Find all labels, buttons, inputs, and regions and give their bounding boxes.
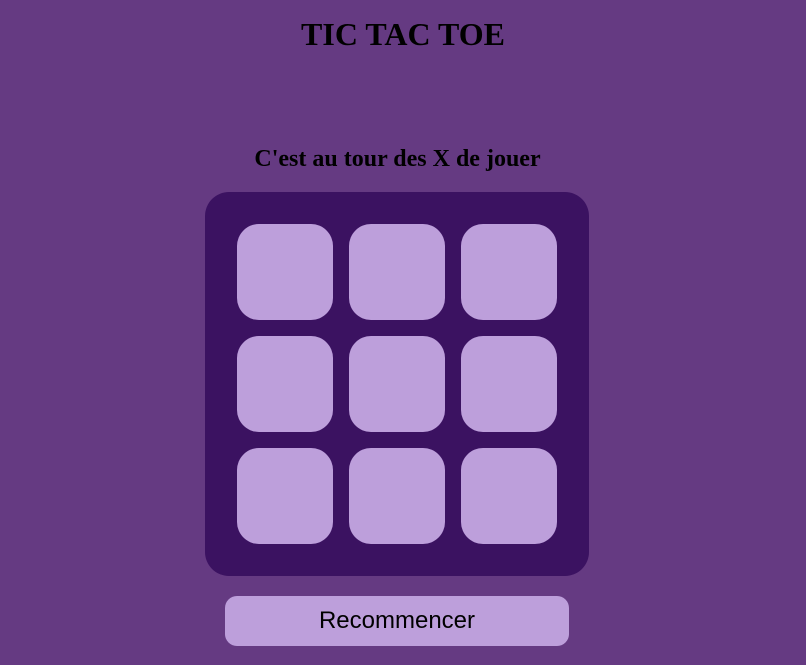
board-cell-9[interactable] bbox=[461, 448, 557, 544]
game-page: TIC TAC TOE C'est au tour des X de jouer… bbox=[0, 0, 806, 665]
board-cell-6[interactable] bbox=[461, 336, 557, 432]
board-cell-4[interactable] bbox=[237, 336, 333, 432]
turn-status: C'est au tour des X de jouer bbox=[254, 146, 541, 172]
game-board bbox=[205, 192, 589, 576]
board-cell-3[interactable] bbox=[461, 224, 557, 320]
board-cell-7[interactable] bbox=[237, 448, 333, 544]
game-title: TIC TAC TOE bbox=[301, 16, 505, 52]
board-cell-2[interactable] bbox=[349, 224, 445, 320]
board-cell-8[interactable] bbox=[349, 448, 445, 544]
restart-button[interactable]: Recommencer bbox=[225, 596, 569, 646]
board-cell-1[interactable] bbox=[237, 224, 333, 320]
board-cell-5[interactable] bbox=[349, 336, 445, 432]
